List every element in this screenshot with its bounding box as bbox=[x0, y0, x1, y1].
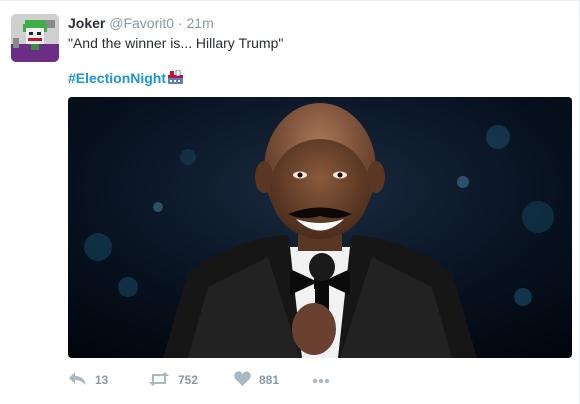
tweet-card[interactable]: Joker @Favorit0 · 21m "And the winner is… bbox=[0, 0, 580, 404]
retweet-count: 752 bbox=[178, 373, 199, 387]
more-icon bbox=[312, 373, 330, 387]
like-button[interactable]: 881 bbox=[234, 371, 279, 389]
tweet-text: "And the winner is... Hillary Trump" bbox=[68, 35, 284, 51]
reply-count: 13 bbox=[95, 373, 109, 387]
timestamp-link[interactable]: 21m bbox=[187, 15, 214, 31]
avatar[interactable] bbox=[11, 14, 59, 62]
user-handle[interactable]: @Favorit0 bbox=[109, 15, 174, 31]
like-count: 881 bbox=[259, 373, 280, 387]
reply-button[interactable]: 13 bbox=[68, 371, 108, 389]
heart-icon bbox=[234, 371, 251, 389]
hashtag-link[interactable]: #ElectionNight bbox=[68, 70, 166, 86]
retweet-button[interactable]: 752 bbox=[148, 371, 198, 389]
display-name[interactable]: Joker bbox=[68, 15, 105, 31]
retweet-icon bbox=[148, 371, 170, 389]
hashtag-line: #ElectionNight bbox=[68, 69, 184, 89]
reply-icon bbox=[68, 371, 87, 389]
tweet-media-photo[interactable] bbox=[68, 97, 572, 358]
more-options-button[interactable] bbox=[312, 371, 330, 389]
header-separator: · bbox=[177, 15, 183, 31]
ballot-box-icon bbox=[167, 69, 184, 89]
tweet-header: Joker @Favorit0 · 21m bbox=[68, 14, 214, 32]
